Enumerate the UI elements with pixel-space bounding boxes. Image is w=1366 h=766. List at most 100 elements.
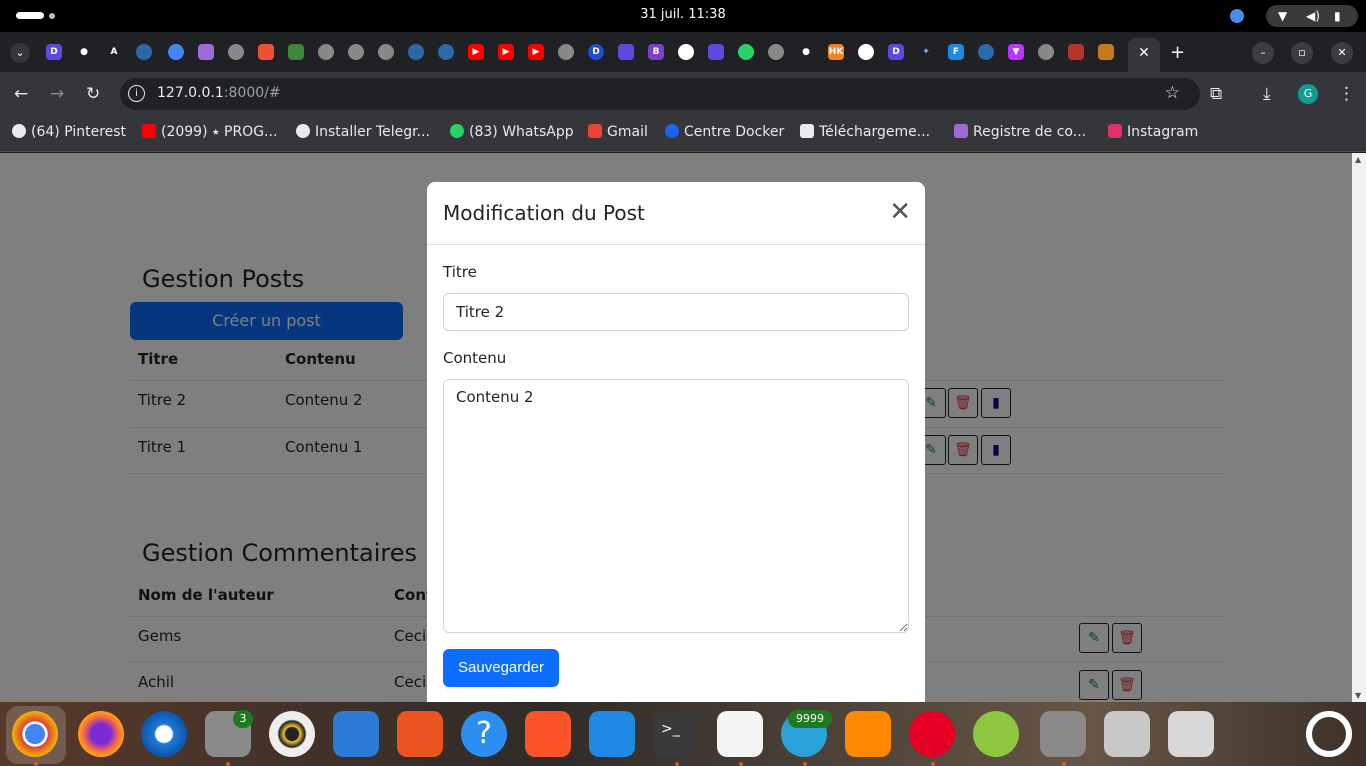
tab-favicon-icon[interactable]: D xyxy=(888,44,904,60)
github-icon[interactable]: ● xyxy=(798,44,814,60)
bookmark-label: Gmail xyxy=(607,124,648,140)
vite-icon[interactable]: ▼ xyxy=(1008,44,1024,60)
pinterest-icon[interactable] xyxy=(909,711,955,757)
tab-favicon-icon[interactable]: A xyxy=(106,44,122,60)
tab-favicon-icon[interactable] xyxy=(408,44,424,60)
rhythmbox-icon[interactable] xyxy=(269,711,315,757)
tab-favicon-icon[interactable] xyxy=(198,44,214,60)
youtube-icon[interactable]: ▶ xyxy=(498,44,514,60)
youtube-icon xyxy=(142,124,156,138)
scroll-up-icon[interactable]: ▲ xyxy=(1355,155,1361,164)
tab-search-icon[interactable]: ⌄ xyxy=(10,43,30,63)
whatsapp-icon xyxy=(450,124,464,138)
system-clock[interactable]: 31 juil. 11:38 xyxy=(0,7,1366,22)
globe-icon[interactable] xyxy=(768,44,784,60)
app-center-icon[interactable] xyxy=(397,711,443,757)
vscode-icon[interactable] xyxy=(589,711,635,757)
trash-icon[interactable] xyxy=(1168,711,1214,757)
youtube-icon[interactable]: ▶ xyxy=(528,44,544,60)
address-bar[interactable]: i 127.0.0.1:8000/# ☆ xyxy=(120,78,1200,110)
tab-favicon-icon[interactable] xyxy=(1068,44,1084,60)
github-icon[interactable]: ● xyxy=(76,44,92,60)
bookmarks-bar: (64) Pinterest (2099) ⭑ PROG... Installe… xyxy=(0,116,1366,152)
text-editor-icon[interactable] xyxy=(717,711,763,757)
firefox-icon[interactable] xyxy=(78,711,124,757)
git-icon[interactable] xyxy=(258,44,274,60)
writer-icon[interactable] xyxy=(333,711,379,757)
extensions-icon[interactable]: ⧉ xyxy=(1210,84,1222,104)
tab-favicon-icon[interactable] xyxy=(438,44,454,60)
gemini-icon[interactable]: ✦ xyxy=(918,44,934,60)
back-icon[interactable]: ← xyxy=(14,84,28,104)
content-field-label: Contenu xyxy=(443,349,507,367)
bookmark-star-icon[interactable]: ☆ xyxy=(1165,83,1180,103)
site-info-icon[interactable]: i xyxy=(128,85,145,102)
bookmark-instagram[interactable]: Instagram xyxy=(1108,124,1198,140)
brave-icon[interactable] xyxy=(525,711,571,757)
tab-favicon-icon[interactable]: HK xyxy=(828,44,844,60)
content-field[interactable]: Contenu 2 xyxy=(443,379,909,633)
vlc-icon[interactable] xyxy=(845,711,891,757)
bookmark-telegram[interactable]: Installer Telegr... xyxy=(296,124,430,140)
thunderbird-icon[interactable] xyxy=(141,711,187,757)
terminal-icon[interactable]: >_ xyxy=(653,711,699,757)
kebab-menu-icon[interactable]: ⋮ xyxy=(1338,84,1355,104)
tab-favicon-icon[interactable] xyxy=(708,44,724,60)
bookmark-whatsapp[interactable]: (83) WhatsApp xyxy=(450,124,574,140)
new-tab-icon[interactable]: + xyxy=(1170,42,1185,63)
show-apps-icon[interactable] xyxy=(1306,711,1352,757)
minimize-icon[interactable]: – xyxy=(1252,42,1274,64)
bookmark-registry[interactable]: Registre de co... xyxy=(954,124,1086,140)
bookmark-pinterest[interactable]: (64) Pinterest xyxy=(12,124,126,140)
tab-favicon-icon[interactable] xyxy=(136,44,152,60)
bookmark-label: (2099) ⭑ PROG... xyxy=(161,124,278,140)
bookmark-docker[interactable]: Centre Docker xyxy=(665,124,784,140)
tab-favicon-icon[interactable] xyxy=(618,44,634,60)
notification-icon[interactable] xyxy=(1230,9,1244,23)
scroll-down-icon[interactable]: ▼ xyxy=(1355,691,1361,700)
tab-favicon-icon[interactable] xyxy=(288,44,304,60)
downloads-icon[interactable]: ⤓ xyxy=(1263,84,1271,104)
chrome-icon[interactable] xyxy=(12,711,58,757)
globe-icon[interactable] xyxy=(228,44,244,60)
forward-icon[interactable]: → xyxy=(50,84,64,104)
active-tab-close-icon[interactable]: ✕ xyxy=(1128,38,1160,72)
youtube-icon[interactable]: ▶ xyxy=(468,44,484,60)
whatsapp-icon[interactable] xyxy=(738,44,754,60)
close-window-icon[interactable]: ✕ xyxy=(1331,42,1353,64)
tab-favicon-icon[interactable]: D xyxy=(588,44,604,60)
globe-icon[interactable] xyxy=(348,44,364,60)
bookmark-downloads[interactable]: Téléchargeme... xyxy=(800,124,930,140)
title-field[interactable] xyxy=(443,293,909,331)
tab-favicon-icon[interactable] xyxy=(678,44,694,60)
bookmark-gmail[interactable]: Gmail xyxy=(588,124,648,140)
globe-icon[interactable] xyxy=(558,44,574,60)
cloud-icon[interactable] xyxy=(973,711,1019,757)
tab-favicon-icon[interactable] xyxy=(858,44,874,60)
maximize-icon[interactable]: ▫ xyxy=(1291,42,1313,64)
system-status-menu[interactable]: ▼ ◀) ▮ xyxy=(1266,5,1358,27)
tab-favicon-icon[interactable] xyxy=(168,44,184,60)
globe-icon[interactable] xyxy=(378,44,394,60)
bookmark-label: Registre de co... xyxy=(973,124,1087,140)
disk-icon[interactable] xyxy=(1104,711,1150,757)
globe-icon[interactable] xyxy=(318,44,334,60)
globe-icon[interactable] xyxy=(1038,44,1054,60)
reload-icon[interactable]: ↻ xyxy=(86,84,100,104)
tab-favicon-icon[interactable]: F xyxy=(948,44,964,60)
running-dot xyxy=(931,762,935,766)
help-icon[interactable]: ? xyxy=(461,711,507,757)
close-icon[interactable]: ✕ xyxy=(889,199,911,225)
bookmark-youtube[interactable]: (2099) ⭑ PROG... xyxy=(142,124,277,140)
page-scrollbar[interactable]: ▲ ▼ xyxy=(1352,153,1366,702)
tab-favicon-icon[interactable]: D xyxy=(46,44,62,60)
tab-favicon-icon[interactable] xyxy=(978,44,994,60)
url-path: :8000/# xyxy=(223,85,281,101)
save-button[interactable]: Sauvegarder xyxy=(443,649,559,687)
settings-icon[interactable] xyxy=(1040,711,1086,757)
profile-avatar[interactable]: G xyxy=(1298,84,1318,104)
tab-favicon-icon[interactable] xyxy=(1098,44,1114,60)
address-url[interactable]: 127.0.0.1:8000/# xyxy=(157,85,281,101)
tab-favicon-icon[interactable]: B xyxy=(648,44,664,60)
running-dot xyxy=(226,762,230,766)
